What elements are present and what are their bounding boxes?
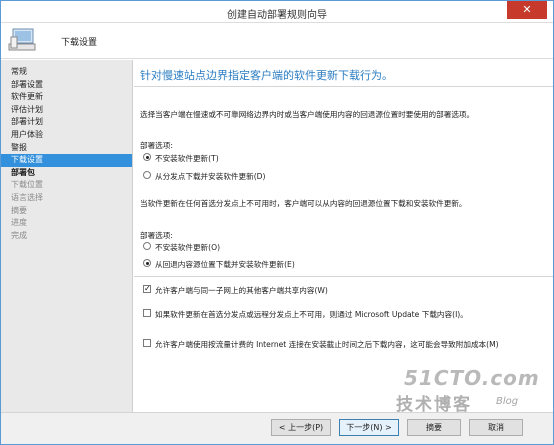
divider — [134, 276, 553, 277]
sidebar-step: 语言选择 — [11, 192, 43, 202]
sidebar-step[interactable]: 警报 — [1, 142, 132, 155]
sidebar-step: 完成 — [11, 230, 27, 240]
radio-no-install-fallback-label[interactable]: 不安装软件更新(O) — [155, 242, 220, 253]
sidebar-step[interactable]: 下载设置 — [1, 154, 132, 167]
header-title: 下载设置 — [61, 38, 98, 48]
sidebar-step[interactable]: 软件更新 — [1, 91, 132, 104]
wizard-footer: < 上一步(P) 下一步(N) > 摘要 取消 — [1, 412, 553, 444]
sidebar-step[interactable]: 用户体验 — [1, 129, 132, 142]
section1-description: 选择当客户端在慢速或不可靠网络边界内时或当客户端使用内容的回退源位置时要使用的部… — [140, 110, 475, 119]
radio-download-from-fallback[interactable] — [143, 259, 151, 267]
section1-group-label: 部署选项: — [140, 141, 173, 150]
sidebar-step[interactable]: 常规 — [1, 66, 132, 79]
watermark-blog: Blog — [496, 396, 519, 407]
checkbox-share-content-subnet-label[interactable]: 允许客户端与同一子网上的其他客户端共享内容(W) — [155, 285, 328, 296]
sidebar-step[interactable]: 部署包 — [1, 167, 132, 180]
section2-group-label: 部署选项: — [140, 231, 173, 240]
divider — [134, 86, 553, 87]
next-button[interactable]: 下一步(N) > — [339, 419, 399, 436]
page-heading: 针对慢速站点边界指定客户端的软件更新下载行为。 — [140, 69, 393, 82]
title-bar: 创建自动部署规则向导 ✕ — [1, 1, 553, 23]
radio-no-install-fallback[interactable] — [143, 242, 151, 250]
sidebar-step: 下载位置 — [11, 180, 43, 190]
cancel-button[interactable]: 取消 — [469, 419, 523, 436]
close-button[interactable]: ✕ — [507, 1, 547, 19]
checkbox-microsoft-update[interactable] — [143, 309, 151, 317]
radio-no-install-slow[interactable] — [143, 153, 151, 161]
wizard-window: 创建自动部署规则向导 ✕ 下载设置 常规 部署设置 软件更新 评估计划 部署计划 用户体验… — [0, 0, 554, 445]
checkbox-metered-connection[interactable] — [143, 339, 151, 347]
checkbox-share-content-subnet[interactable]: ✓ — [143, 285, 151, 293]
watermark: 51CTO.com 技术博客 Blog — [396, 366, 546, 416]
main-panel: 针对慢速站点边界指定客户端的软件更新下载行为。 选择当客户端在慢速或不可靠网络边… — [134, 60, 553, 412]
checkbox-metered-connection-label[interactable]: 允许客户端使用按流量计费的 Internet 连接在安装截止时间之后下载内容，这… — [155, 339, 499, 350]
summary-button[interactable]: 摘要 — [407, 419, 461, 436]
radio-no-install-slow-label[interactable]: 不安装软件更新(T) — [155, 153, 219, 164]
sidebar-step[interactable]: 评估计划 — [1, 104, 132, 117]
wizard-header: 下载设置 — [1, 23, 553, 59]
previous-button[interactable]: < 上一步(P) — [271, 419, 331, 436]
sidebar-step: 摘要 — [11, 205, 27, 215]
radio-download-from-dp-label[interactable]: 从分发点下载并安装软件更新(D) — [155, 171, 266, 182]
window-title: 创建自动部署规则向导 — [227, 10, 327, 21]
watermark-site: 51CTO.com — [404, 366, 540, 390]
radio-download-from-dp[interactable] — [143, 171, 151, 179]
sidebar-step: 进度 — [11, 218, 27, 228]
sidebar-step[interactable]: 部署计划 — [1, 116, 132, 129]
radio-download-from-fallback-label[interactable]: 从回退内容源位置下载并安装软件更新(E) — [155, 259, 295, 270]
checkbox-microsoft-update-label[interactable]: 如果软件更新在首选分发点或远程分发点上不可用，则通过 Microsoft Upd… — [155, 309, 468, 320]
sidebar-step[interactable]: 部署设置 — [1, 79, 132, 92]
section2-description: 当软件更新在任何首选分发点上不可用时，客户端可以从内容的回退源位置下载和安装软件… — [140, 199, 467, 208]
wizard-steps-sidebar: 常规 部署设置 软件更新 评估计划 部署计划 用户体验 警报 下载设置 部署包 下载位置语言选择摘… — [1, 60, 133, 444]
computer-icon — [8, 28, 36, 51]
